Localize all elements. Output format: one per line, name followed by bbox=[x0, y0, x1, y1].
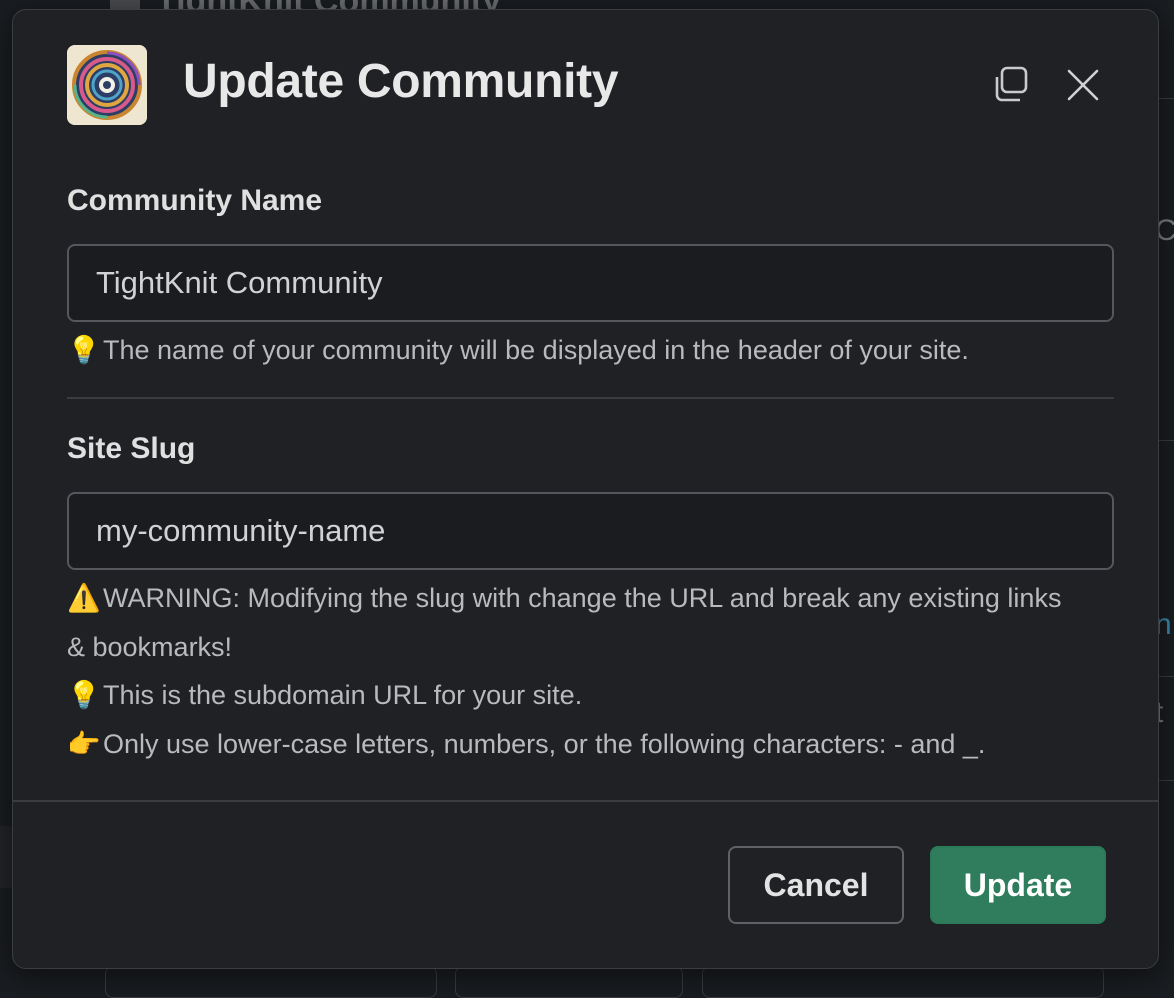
modal-title: Update Community bbox=[183, 55, 619, 108]
modal-header: Update Community bbox=[13, 10, 1158, 160]
site-slug-help: 💡This is the subdomain URL for your site… bbox=[67, 671, 582, 719]
community-name-help: 💡The name of your community will be disp… bbox=[67, 326, 969, 374]
community-name-input[interactable] bbox=[67, 244, 1114, 322]
section-divider bbox=[67, 397, 1114, 399]
background-divider bbox=[1158, 98, 1174, 99]
site-slug-label: Site Slug bbox=[67, 432, 196, 465]
site-slug-input[interactable] bbox=[67, 492, 1114, 570]
copy-window-icon[interactable] bbox=[991, 64, 1031, 104]
cancel-button[interactable]: Cancel bbox=[728, 846, 904, 924]
lightbulb-icon: 💡 bbox=[67, 335, 101, 365]
background-card bbox=[455, 966, 683, 998]
update-community-modal: Update Community Community Name 💡The nam… bbox=[12, 9, 1159, 969]
update-button[interactable]: Update bbox=[930, 846, 1106, 924]
lightbulb-icon: 💡 bbox=[67, 680, 101, 710]
background-divider bbox=[1158, 780, 1174, 781]
background-divider bbox=[1158, 440, 1174, 441]
footer-divider bbox=[13, 800, 1158, 802]
site-slug-rules: 👉Only use lower-case letters, numbers, o… bbox=[67, 720, 985, 768]
background-card bbox=[105, 966, 437, 998]
background-card bbox=[702, 966, 1104, 998]
background-divider bbox=[1158, 676, 1174, 677]
close-icon[interactable] bbox=[1063, 65, 1103, 105]
warning-icon: ⚠️ bbox=[67, 583, 101, 613]
pointing-hand-icon: 👉 bbox=[67, 729, 101, 759]
site-slug-warning: ⚠️WARNING: Modifying the slug with chang… bbox=[67, 574, 1061, 622]
community-logo-icon bbox=[67, 45, 147, 125]
community-name-label: Community Name bbox=[67, 184, 323, 217]
site-slug-warning-continued: & bookmarks! bbox=[67, 632, 233, 662]
